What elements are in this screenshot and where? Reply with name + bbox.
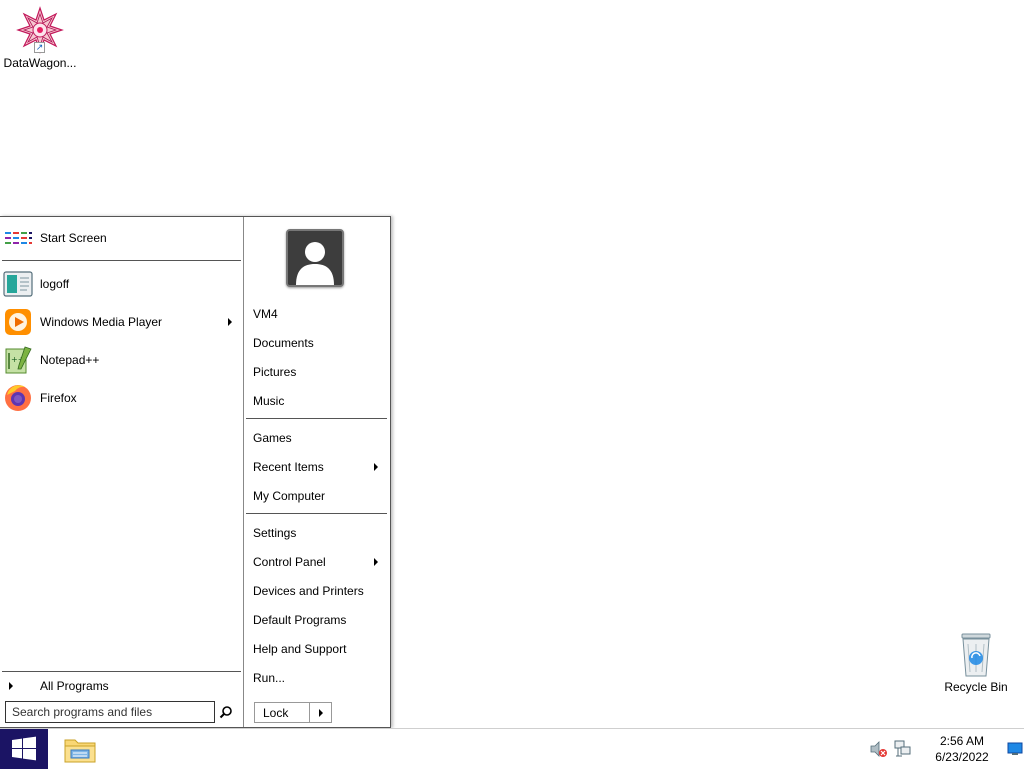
chevron-right-icon: [318, 708, 323, 717]
menu-item-label: Default Programs: [253, 612, 347, 627]
folder-icon: [64, 739, 96, 763]
menu-item-settings[interactable]: Settings: [245, 519, 388, 546]
program-label: Notepad++: [40, 353, 100, 367]
submenu-arrow-icon[interactable]: [228, 318, 232, 326]
search-icon[interactable]: [217, 703, 235, 721]
show-desktop-button[interactable]: [1006, 729, 1024, 769]
recycle-bin-icon: [961, 633, 991, 677]
start-button[interactable]: [0, 729, 48, 769]
power-options-arrow-button[interactable]: [310, 702, 332, 723]
menu-item-games[interactable]: Games: [245, 424, 388, 451]
menu-item-my-computer[interactable]: My Computer: [245, 482, 388, 509]
menu-item-label: Run...: [253, 670, 286, 685]
start-menu-right-pane: VM4 Documents Pictures Music Games Recen…: [244, 217, 390, 727]
menu-item-label: Games: [253, 430, 292, 445]
start-menu-left-pane: Start Screen logoff Windows Media Player…: [0, 217, 244, 727]
menu-item-music[interactable]: Music: [245, 387, 388, 414]
start-screen-label: Start Screen: [40, 231, 107, 245]
program-item-windows-media-player[interactable]: Windows Media Player: [2, 306, 240, 338]
program-item-firefox[interactable]: Firefox: [2, 382, 240, 414]
program-label: Firefox: [40, 391, 77, 405]
menu-item-label: Settings: [253, 525, 297, 540]
start-screen-icon: [2, 222, 34, 254]
taskbar: 2:56 AM 6/23/2022: [0, 728, 1024, 769]
speaker-muted-icon[interactable]: [868, 738, 890, 760]
start-menu: Start Screen logoff Windows Media Player…: [0, 216, 391, 728]
all-programs-label: All Programs: [40, 679, 109, 693]
clock-time: 2:56 AM: [939, 734, 985, 748]
desktop: ↗ DataWagon... Recycle Bin Start Screen …: [0, 0, 1024, 728]
user-avatar[interactable]: [286, 229, 344, 287]
all-programs-item[interactable]: All Programs: [2, 677, 240, 695]
menu-item-label: Devices and Printers: [253, 583, 364, 598]
menu-item-run[interactable]: Run...: [245, 664, 388, 691]
menu-item-vm4[interactable]: VM4: [245, 300, 388, 327]
desktop-icon-recycle-bin[interactable]: Recycle Bin: [936, 630, 1016, 694]
expand-arrow-icon: [9, 682, 13, 690]
desktop-icon-label: Recycle Bin: [944, 680, 1008, 694]
media-player-icon: [2, 306, 34, 338]
clock-date: 6/23/2022: [935, 750, 989, 764]
lock-button[interactable]: Lock: [254, 702, 310, 723]
notepad-plus-plus-icon: ++: [2, 344, 34, 376]
program-label: Windows Media Player: [40, 315, 163, 329]
search-input[interactable]: [5, 701, 215, 723]
menu-item-recent-items[interactable]: Recent Items: [245, 453, 388, 480]
user-icon: [288, 231, 342, 285]
menu-item-label: Help and Support: [253, 641, 347, 656]
logoff-icon: [2, 268, 34, 300]
menu-item-default-programs[interactable]: Default Programs: [245, 606, 388, 633]
power-button-group: Lock: [254, 702, 332, 723]
menu-item-label: VM4: [253, 306, 278, 321]
firefox-icon: [2, 382, 34, 414]
submenu-arrow-icon: [374, 463, 378, 471]
menu-item-label: Recent Items: [253, 459, 324, 474]
menu-item-label: Music: [253, 393, 285, 408]
monitor-icon: [1007, 742, 1023, 755]
desktop-icon-label: DataWagon...: [3, 56, 77, 70]
menu-item-documents[interactable]: Documents: [245, 329, 388, 356]
separator: [2, 671, 241, 672]
start-screen-item[interactable]: Start Screen: [2, 222, 240, 254]
network-icon[interactable]: [892, 738, 914, 760]
separator: [2, 260, 241, 261]
menu-item-devices-and-printers[interactable]: Devices and Printers: [245, 577, 388, 604]
windows-logo-icon: [12, 736, 36, 761]
system-tray: 2:56 AM 6/23/2022: [868, 729, 1024, 769]
menu-item-pictures[interactable]: Pictures: [245, 358, 388, 385]
taskbar-file-explorer[interactable]: [58, 731, 102, 767]
desktop-icon-datawagon[interactable]: ↗ DataWagon...: [0, 6, 80, 70]
separator: [246, 513, 387, 514]
program-item-logoff[interactable]: logoff: [2, 268, 240, 300]
menu-item-label: Control Panel: [253, 554, 326, 569]
clock[interactable]: 2:56 AM 6/23/2022: [922, 733, 1002, 765]
program-label: logoff: [40, 277, 70, 291]
menu-item-help-and-support[interactable]: Help and Support: [245, 635, 388, 662]
menu-item-control-panel[interactable]: Control Panel: [245, 548, 388, 575]
submenu-arrow-icon: [374, 558, 378, 566]
shortcut-arrow-icon: ↗: [34, 42, 45, 53]
separator: [246, 418, 387, 419]
menu-item-label: Documents: [253, 335, 314, 350]
menu-item-label: Pictures: [253, 364, 297, 379]
menu-item-label: My Computer: [253, 488, 326, 503]
program-item-notepad-plus-plus[interactable]: ++ Notepad++: [2, 344, 240, 376]
